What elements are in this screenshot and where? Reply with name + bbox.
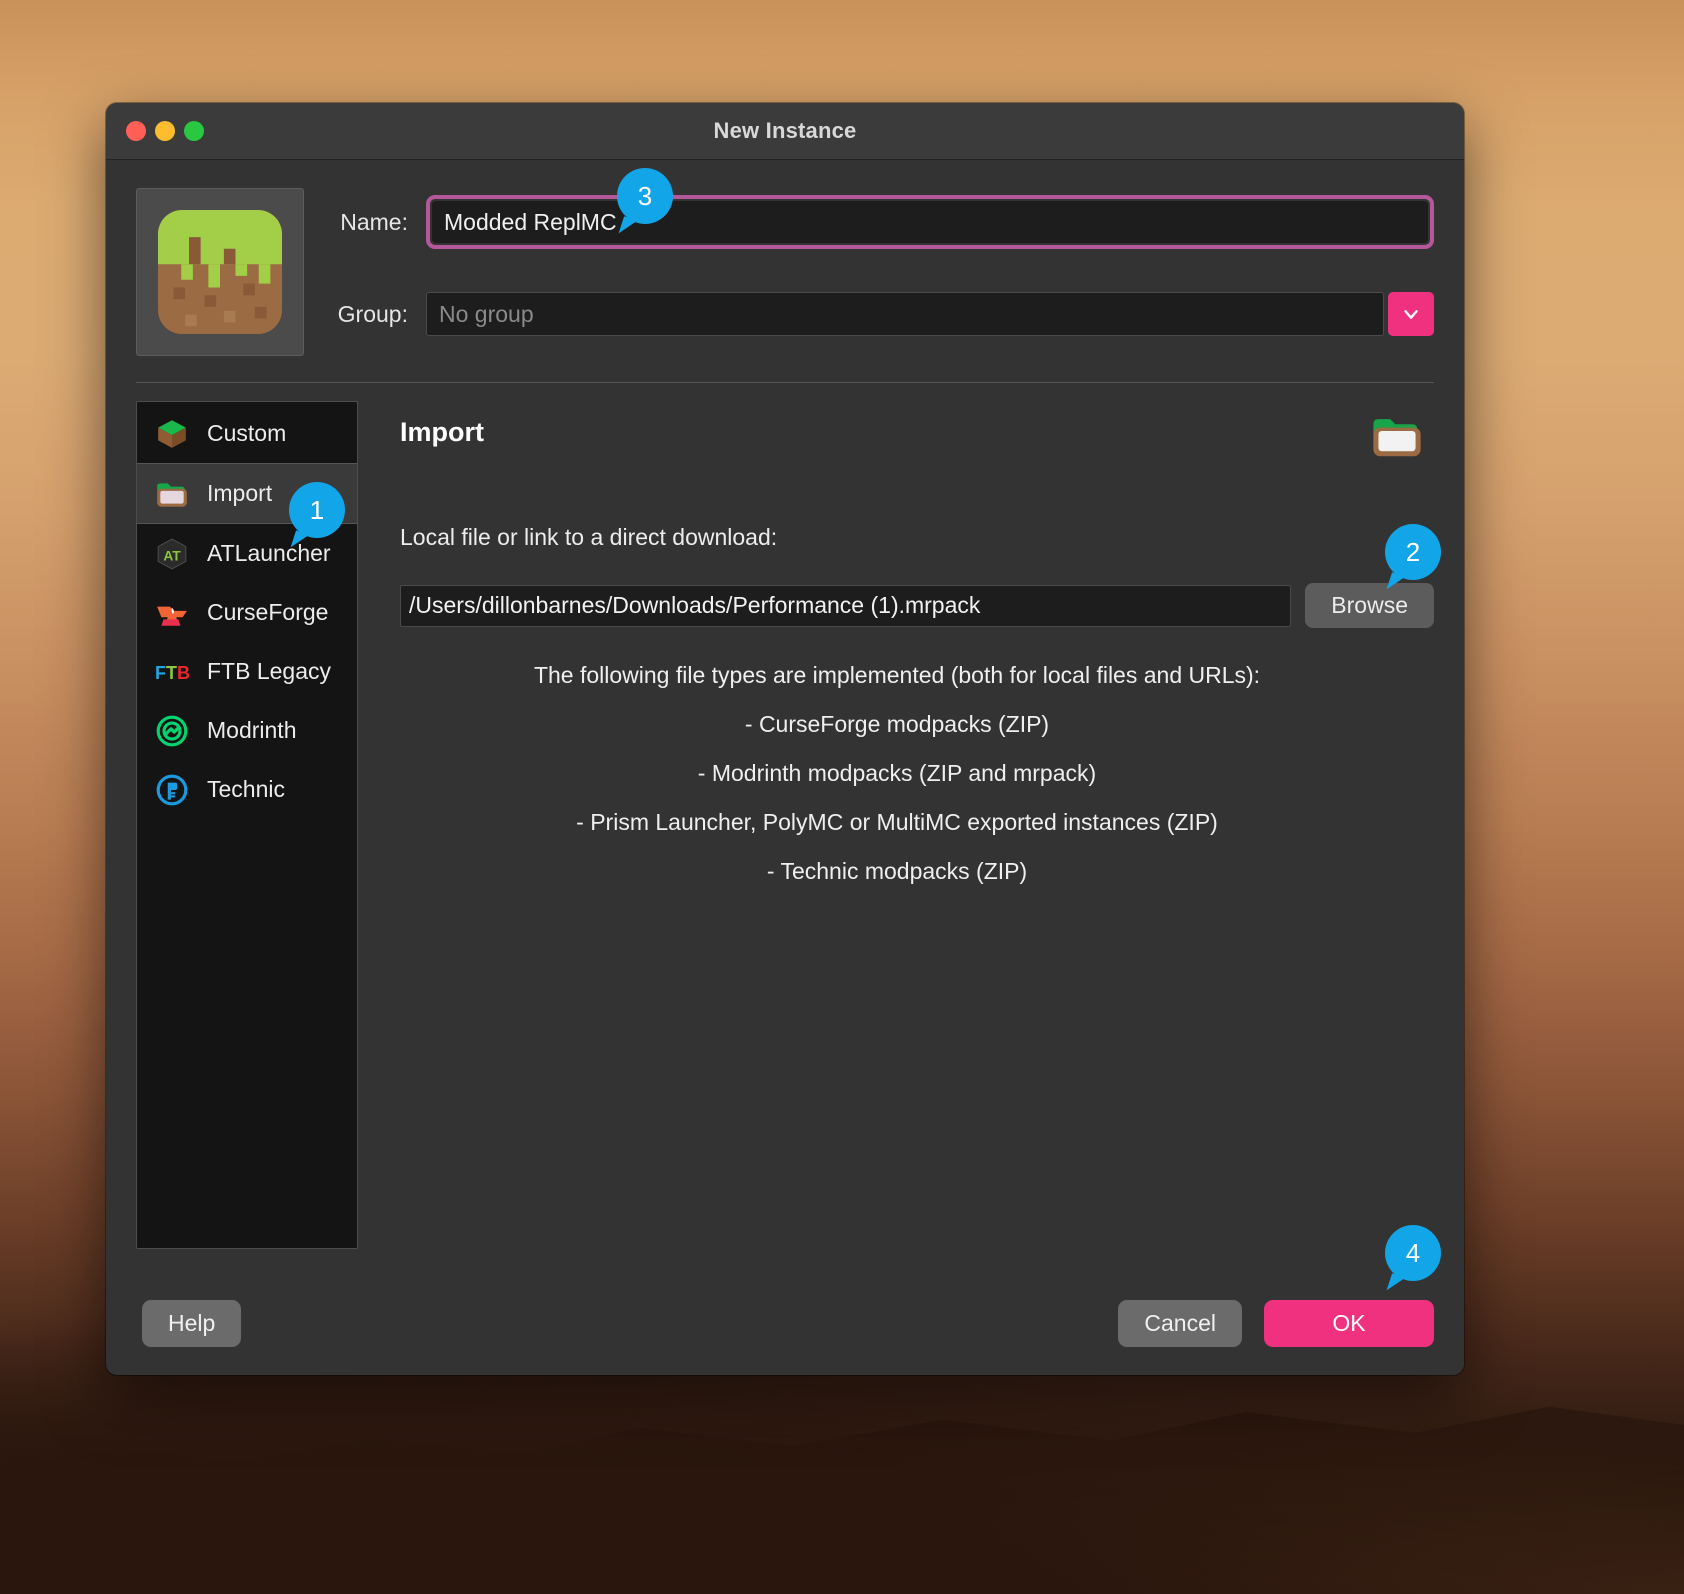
window-title: New Instance — [713, 118, 857, 143]
cancel-button[interactable]: Cancel — [1118, 1299, 1242, 1347]
chevron-down-svg — [1404, 310, 1418, 319]
filetype-item: - CurseForge modpacks (ZIP) — [744, 711, 1050, 737]
callout-badge-3: 3 — [617, 168, 673, 224]
curseforge-anvil-svg — [157, 606, 187, 626]
help-button[interactable]: Help — [142, 1299, 242, 1347]
modrinth-svg — [156, 715, 188, 746]
technic-icon — [153, 771, 191, 809]
filetypes-intro: The following file types are implemented… — [533, 662, 1261, 688]
file-path-input[interactable]: /Users/dillonbarnes/Downloads/Performanc… — [400, 584, 1292, 627]
grass-block-svg — [158, 210, 282, 334]
instance-header-form: Name: Modded ReplMC Group: No group — [136, 160, 1434, 382]
callout-badge-1: 1 — [289, 482, 345, 538]
svg-text:B: B — [177, 663, 190, 683]
minimize-window-button[interactable] — [155, 121, 175, 141]
import-folder-svg — [1373, 419, 1421, 457]
sidebar-item-ftb-legacy[interactable]: F T B FTB Legacy — [137, 642, 357, 701]
window-titlebar: New Instance — [106, 103, 1464, 160]
path-row: /Users/dillonbarnes/Downloads/Performanc… — [400, 583, 1434, 628]
sidebar-item-technic[interactable]: Technic — [137, 760, 357, 819]
header-divider — [136, 382, 1434, 383]
technic-svg — [156, 774, 188, 805]
grass-cube-svg — [158, 419, 186, 448]
dialog-footer: Help Cancel OK — [106, 1271, 1464, 1375]
maximize-window-button[interactable] — [184, 121, 204, 141]
traffic-lights — [126, 121, 204, 141]
callout-badge-4: 4 — [1385, 1225, 1441, 1281]
ftb-icon: F T B — [153, 653, 191, 691]
sidebar-item-label: Modrinth — [207, 717, 297, 743]
supported-filetypes: The following file types are implemented… — [400, 662, 1434, 885]
chevron-down-icon[interactable] — [1388, 292, 1434, 336]
import-folder-svg — [157, 482, 187, 507]
filetype-item: - Technic modpacks (ZIP) — [766, 858, 1028, 884]
sidebar-item-label: Technic — [207, 776, 285, 802]
sidebar-item-label: CurseForge — [207, 599, 329, 625]
curseforge-anvil-icon — [153, 594, 191, 632]
svg-text:AT: AT — [163, 547, 181, 563]
sidebar-item-label: Import — [207, 480, 273, 506]
dialog-body: Name: Modded ReplMC Group: No group Cust… — [106, 160, 1464, 1271]
local-file-label: Local file or link to a direct download: — [400, 524, 778, 550]
name-input-highlight: Modded ReplMC — [426, 195, 1434, 249]
ok-button[interactable]: OK — [1264, 1299, 1434, 1347]
header-fields: Name: Modded ReplMC Group: No group — [320, 188, 1434, 356]
sidebar-item-curseforge[interactable]: CurseForge — [137, 583, 357, 642]
import-panel: Import Local file or link to a direct do… — [358, 401, 1434, 1271]
import-folder-icon — [153, 475, 191, 513]
svg-text:F: F — [155, 663, 166, 683]
page-title: Import — [400, 417, 484, 447]
import-folder-icon — [1370, 409, 1424, 468]
atlauncher-icon: AT — [153, 535, 191, 573]
name-field-row: Name: Modded ReplMC — [320, 195, 1434, 249]
panel-header: Import — [400, 401, 1434, 468]
sidebar-item-label: Custom — [207, 420, 287, 446]
grass-block-icon — [158, 210, 282, 334]
name-input[interactable]: Modded ReplMC — [432, 201, 1428, 243]
sidebar-item-label: ATLauncher — [207, 540, 331, 566]
svg-text:T: T — [166, 663, 177, 683]
sidebar-item-modrinth[interactable]: Modrinth — [137, 701, 357, 760]
ftb-svg: F T B — [155, 663, 190, 683]
name-label: Name: — [340, 208, 408, 235]
new-instance-dialog: New Instance Name: Modded ReplMC Group: … — [106, 103, 1464, 1375]
close-window-button[interactable] — [126, 121, 146, 141]
group-input[interactable]: No group — [426, 292, 1384, 336]
grass-block-icon — [153, 415, 191, 453]
browse-button[interactable]: Browse — [1305, 583, 1434, 628]
filetype-item: - Modrinth modpacks (ZIP and mrpack) — [697, 760, 1097, 786]
sidebar-item-custom[interactable]: Custom — [137, 404, 357, 463]
filetype-item: - Prism Launcher, PolyMC or MultiMC expo… — [576, 809, 1218, 835]
group-combobox[interactable]: No group — [426, 292, 1434, 336]
callout-badge-2: 2 — [1385, 524, 1441, 580]
modrinth-icon — [153, 712, 191, 750]
sidebar-item-label: FTB Legacy — [207, 658, 331, 684]
atlauncher-svg: AT — [157, 538, 187, 569]
group-field-row: Group: No group — [320, 292, 1434, 336]
group-label: Group: — [337, 300, 408, 327]
instance-icon-button[interactable] — [136, 188, 304, 356]
